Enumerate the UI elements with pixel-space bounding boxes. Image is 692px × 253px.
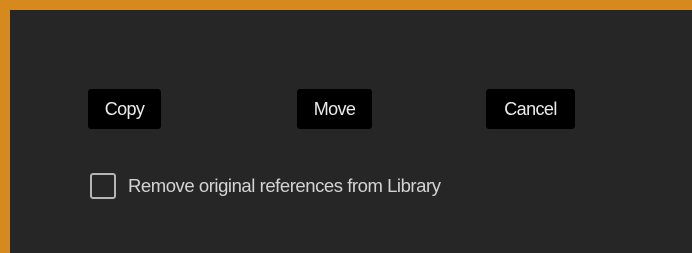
move-button[interactable]: Move xyxy=(297,89,372,129)
dialog-frame: Copy Move Cancel Remove original referen… xyxy=(0,0,692,253)
cancel-button[interactable]: Cancel xyxy=(486,89,575,129)
remove-references-checkbox[interactable] xyxy=(90,173,116,199)
copy-button[interactable]: Copy xyxy=(88,89,161,129)
dialog-body xyxy=(10,10,692,253)
remove-references-label: Remove original references from Library xyxy=(128,175,441,196)
remove-references-option[interactable]: Remove original references from Library xyxy=(90,171,441,201)
